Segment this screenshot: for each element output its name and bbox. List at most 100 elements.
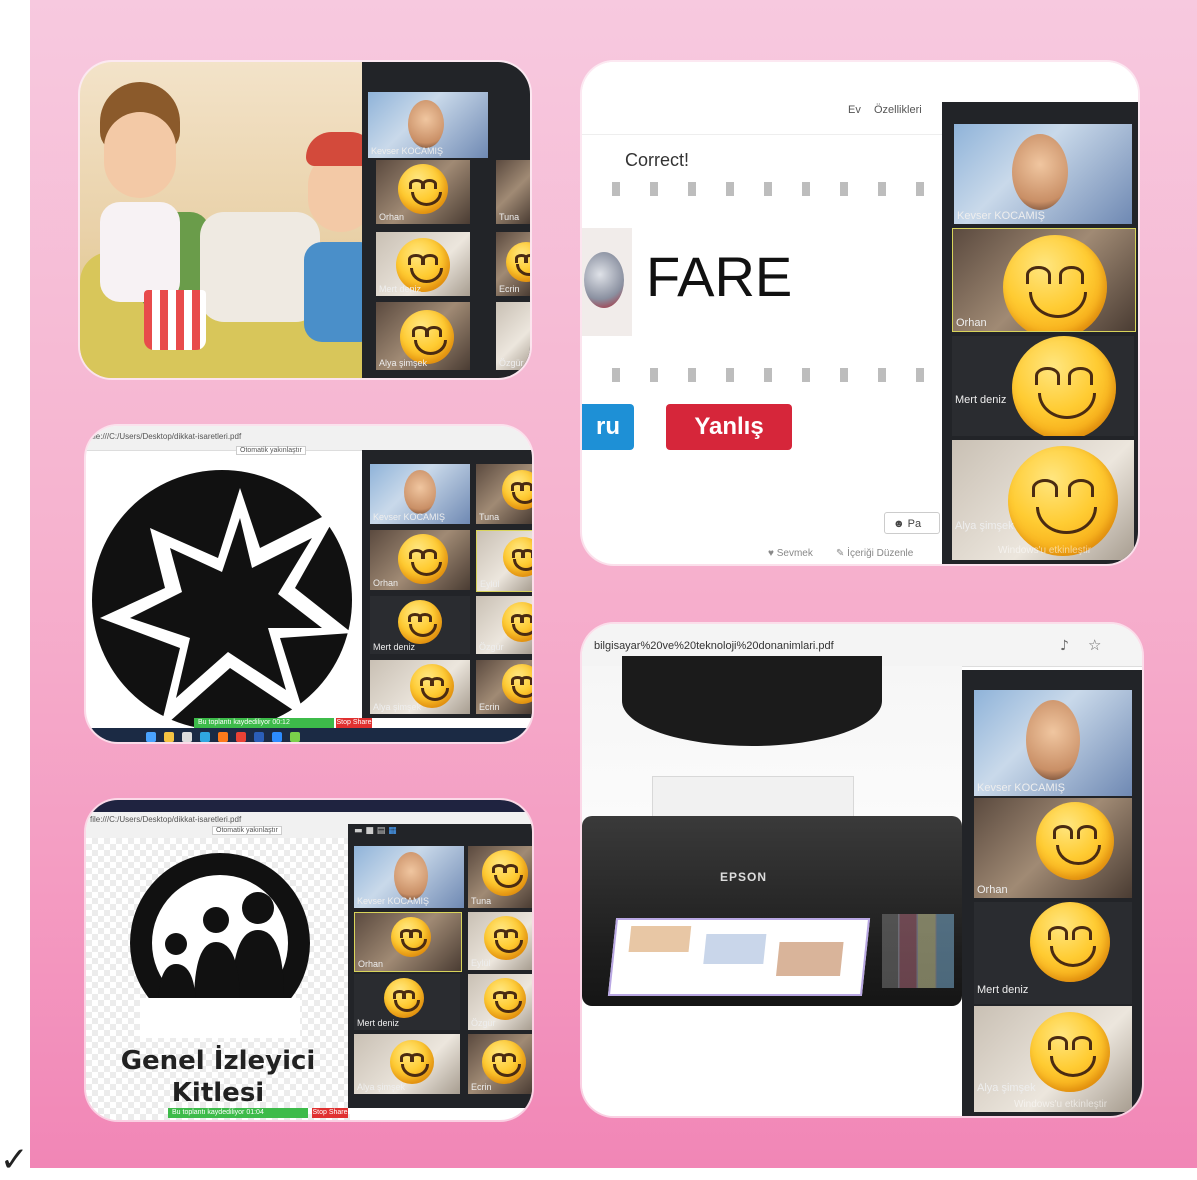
- stop-share-button[interactable]: Stop Share: [312, 1108, 348, 1118]
- participant-name: Alya şimşek: [379, 358, 428, 368]
- participant-tile: Tuna: [476, 464, 532, 524]
- panel-view-controls[interactable]: ▬ ■ ▤ ▦: [354, 826, 397, 836]
- smiley-emoji-icon: [391, 917, 431, 957]
- start-icon[interactable]: [146, 732, 156, 742]
- participant-tile: Alya şimşek: [354, 1034, 460, 1094]
- smiley-emoji-icon: [384, 978, 424, 1018]
- windows-watermark: Windows'u etkinleştir: [1014, 1099, 1108, 1110]
- zoom-select[interactable]: Otomatik yakınlaştır: [236, 446, 306, 455]
- word-icon[interactable]: [254, 732, 264, 742]
- printed-page: [607, 918, 871, 996]
- folder-icon[interactable]: [164, 732, 174, 742]
- cartoon-scene: [80, 62, 378, 378]
- firefox-icon[interactable]: [218, 732, 228, 742]
- dash-row-top: [582, 182, 938, 196]
- participant-tile: Ecrin: [476, 660, 532, 714]
- dash-row-bottom: [582, 368, 938, 382]
- nav-home[interactable]: Ev: [848, 104, 861, 116]
- participant-tile: Orhan: [370, 530, 470, 590]
- smiley-emoji-icon: [502, 664, 532, 704]
- quiz-word: FARE: [646, 245, 793, 308]
- zoom-icon[interactable]: [272, 732, 282, 742]
- windows-watermark: Windows'u etkinleştir: [998, 545, 1092, 556]
- participant-name: Alya şimşek: [977, 1082, 1036, 1094]
- participant-tile: Kevser KOCAMIŞ: [368, 92, 488, 158]
- smiley-emoji-icon: [1003, 235, 1107, 331]
- printer-brand: EPSON: [720, 870, 768, 884]
- pencil-icon: ✎: [836, 548, 845, 559]
- participant-name: Tuna: [499, 212, 520, 222]
- favorite-star-icon[interactable]: ☆: [1088, 636, 1101, 654]
- like-link[interactable]: ♥ Sevmek: [768, 548, 813, 559]
- participant-name: Mert deniz: [357, 1018, 400, 1028]
- screenshot-quiz-lesson: Ev Özellikleri Correct! FARE ru Yanlış ☻…: [582, 62, 1138, 564]
- participant-name: Alya şimşek: [955, 520, 1014, 532]
- participant-name: Kevser KOCAMIŞ: [977, 782, 1066, 794]
- share-label: Pa: [907, 518, 922, 530]
- participant-name: Tuna: [479, 512, 500, 522]
- url-text[interactable]: bilgisayar%20ve%20teknoloji%20donanimlar…: [594, 640, 834, 652]
- participant-name: Özgür: [471, 1018, 496, 1028]
- smiley-emoji-icon: [390, 1040, 434, 1084]
- smiley-emoji-icon: [482, 1040, 526, 1084]
- participant-name: Orhan: [358, 959, 384, 969]
- share-button[interactable]: ☻ Pa: [884, 512, 940, 534]
- smiley-emoji-icon: [1012, 336, 1116, 436]
- screenshot-cartoon-lesson: Kevser KOCAMIŞ Orhan Mert deniz Alya şim…: [80, 62, 530, 378]
- smiley-emoji-icon: [502, 470, 532, 510]
- participant-tile: Mert deniz: [376, 232, 470, 296]
- participant-tile: Kevser KOCAMIŞ: [370, 464, 470, 524]
- participants-panel: Kevser KOCAMIŞ Orhan Mert deniz Alya şim…: [962, 670, 1142, 1116]
- smiley-emoji-icon: [1008, 446, 1118, 556]
- smiley-emoji-icon: [503, 537, 532, 577]
- participant-name: Ecrin: [499, 284, 520, 294]
- participant-tile: Kevser KOCAMIŞ: [354, 846, 464, 908]
- participant-tile: Ecrin: [496, 232, 530, 296]
- participant-name: Mert deniz: [379, 284, 422, 294]
- participant-tile: Alya şimşek: [370, 660, 470, 714]
- explosion-star-icon: [92, 470, 352, 730]
- participant-tile: Kevser KOCAMIŞ: [954, 124, 1132, 224]
- screenshot-printer-lesson: bilgisayar%20ve%20teknoloji%20donanimlar…: [582, 624, 1142, 1116]
- participant-tile: Eylül: [476, 530, 532, 592]
- ink-tanks: [882, 914, 954, 988]
- smiley-emoji-icon: [398, 534, 448, 584]
- smiley-emoji-icon: [400, 310, 454, 364]
- url-text[interactable]: file:///C:/Users/Desktop/dikkat-isaretle…: [90, 815, 241, 824]
- participant-tile: Özgür: [476, 596, 532, 654]
- smiley-emoji-icon: [484, 916, 528, 960]
- stop-share-button[interactable]: Stop Share: [336, 718, 372, 728]
- smiley-emoji-icon: [1030, 1012, 1110, 1092]
- url-text[interactable]: file:///C:/Users/Desktop/dikkat-isaretle…: [90, 432, 241, 441]
- edge-icon[interactable]: [200, 732, 210, 742]
- participants-panel: Kevser KOCAMIŞ Orhan Mert deniz Alya şim…: [362, 450, 532, 718]
- false-button[interactable]: Yanlış: [666, 404, 792, 450]
- store-icon[interactable]: [182, 732, 192, 742]
- chrome-icon[interactable]: [236, 732, 246, 742]
- popcorn-bucket: [144, 290, 206, 350]
- edit-link[interactable]: ✎ İçeriği Düzenle: [836, 548, 913, 559]
- participant-name: Kevser KOCAMIŞ: [357, 896, 430, 906]
- corner-check-mark: ✓: [0, 1140, 29, 1180]
- caption-line2: Kitlesi: [171, 1078, 265, 1108]
- participant-tile: Mert deniz: [952, 336, 1134, 436]
- participant-tile: Alya şimşek: [376, 302, 470, 370]
- read-aloud-icon[interactable]: ♪: [1060, 638, 1069, 654]
- participant-name: Mert deniz: [373, 642, 416, 652]
- dark-top-strip: [86, 800, 532, 812]
- screenshot-symbol-lesson: file:///C:/Users/Desktop/dikkat-isaretle…: [86, 426, 532, 742]
- participant-tile: Tuna: [468, 846, 532, 908]
- mouse-shadow: [622, 656, 882, 746]
- meeting-recording-bar: Bu toplantı kaydediliyor 01:04: [168, 1108, 308, 1118]
- participant-name: Özgür: [499, 358, 524, 368]
- zoom-select[interactable]: Otomatik yakınlaştır: [212, 826, 282, 835]
- app-icon[interactable]: [290, 732, 300, 742]
- windows-taskbar: [86, 728, 532, 742]
- smiley-emoji-icon: [506, 242, 530, 282]
- participant-tile: Tuna: [496, 160, 530, 224]
- heart-icon: ♥: [768, 548, 774, 559]
- true-button[interactable]: ru: [582, 404, 634, 450]
- participant-tile: Alya şimşek Windows'u etkinleştir: [974, 1006, 1132, 1112]
- smiley-emoji-icon: [482, 850, 528, 896]
- nav-features[interactable]: Özellikleri: [874, 104, 922, 116]
